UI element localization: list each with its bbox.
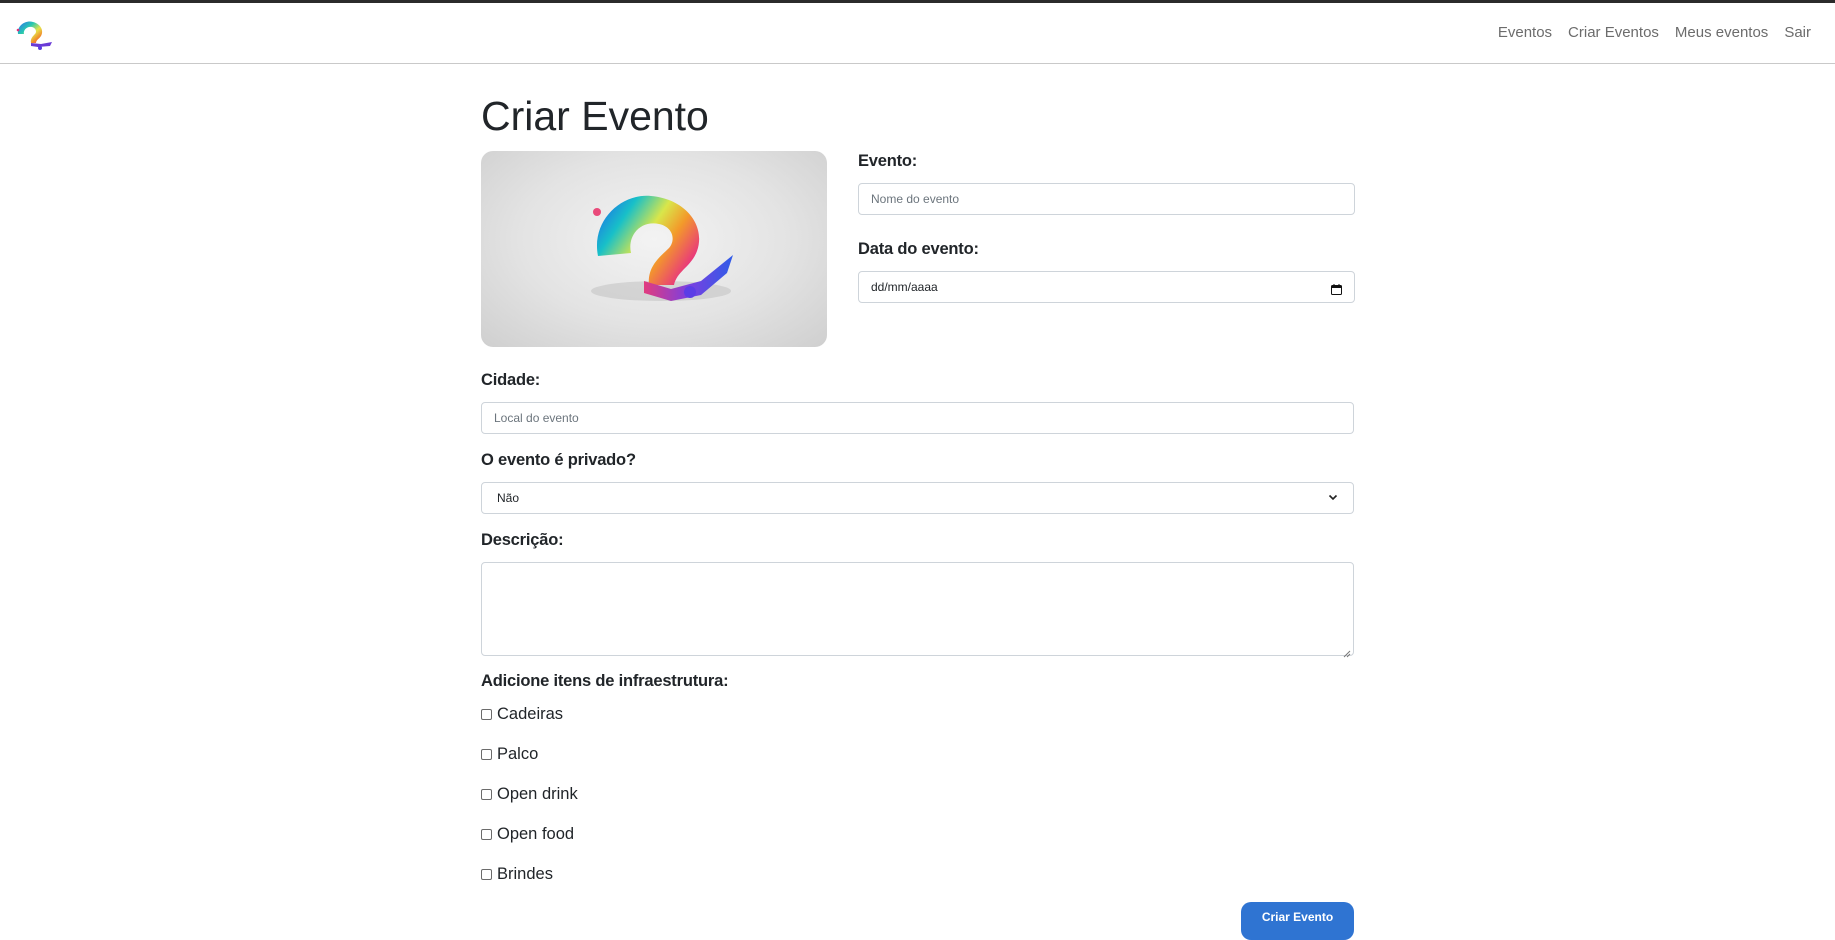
checkbox-label: Open food bbox=[497, 824, 575, 843]
checkbox[interactable] bbox=[481, 868, 492, 880]
nav-link-criar-eventos[interactable]: Criar Eventos bbox=[1568, 24, 1659, 41]
infra-item-cadeiras[interactable]: Cadeiras bbox=[481, 704, 563, 724]
brand-logo[interactable] bbox=[14, 17, 56, 51]
checkbox[interactable] bbox=[481, 748, 492, 760]
event-date-label: Data do evento: bbox=[858, 240, 979, 258]
nav-link-sair[interactable]: Sair bbox=[1784, 24, 1811, 41]
description-textarea[interactable] bbox=[481, 562, 1354, 658]
infra-item-palco[interactable]: Palco bbox=[481, 744, 538, 764]
checkbox-label: Brindes bbox=[497, 864, 553, 883]
event-date-value: dd/mm/aaaa bbox=[871, 280, 938, 294]
event-image bbox=[481, 151, 827, 347]
checkbox[interactable] bbox=[481, 828, 492, 840]
navbar: Eventos Criar Eventos Meus eventos Sair bbox=[0, 3, 1835, 64]
resize-handle-icon[interactable] bbox=[1343, 645, 1351, 658]
nav-link-eventos[interactable]: Eventos bbox=[1498, 24, 1552, 41]
infra-item-open-food[interactable]: Open food bbox=[481, 824, 574, 844]
nav-links: Eventos Criar Eventos Meus eventos Sair bbox=[1498, 24, 1811, 41]
nav-link-meus-eventos[interactable]: Meus eventos bbox=[1675, 24, 1768, 41]
chevron-down-icon bbox=[1328, 489, 1338, 507]
private-select-value: Não bbox=[497, 491, 520, 505]
checkbox-label: Cadeiras bbox=[497, 704, 564, 723]
brand-logo-icon bbox=[16, 21, 52, 50]
infra-item-brindes[interactable]: Brindes bbox=[481, 864, 553, 884]
calendar-icon[interactable] bbox=[1331, 282, 1342, 295]
city-label: Cidade: bbox=[481, 371, 541, 389]
private-label: O evento é privado? bbox=[481, 451, 636, 469]
infra-item-open-drink[interactable]: Open drink bbox=[481, 784, 578, 804]
event-name-input[interactable] bbox=[858, 183, 1355, 215]
private-select[interactable]: Não bbox=[481, 482, 1354, 514]
checkbox[interactable] bbox=[481, 788, 492, 800]
create-event-button[interactable]: Criar Evento bbox=[1241, 902, 1354, 940]
checkbox-label: Palco bbox=[497, 744, 539, 763]
event-placeholder-image-icon bbox=[591, 195, 733, 301]
checkbox[interactable] bbox=[481, 708, 492, 720]
checkbox-label: Open drink bbox=[497, 784, 578, 803]
city-input[interactable] bbox=[481, 402, 1354, 434]
page-title: Criar Evento bbox=[481, 93, 709, 139]
event-name-label: Evento: bbox=[858, 152, 918, 170]
infra-label: Adicione itens de infraestrutura: bbox=[481, 672, 729, 690]
event-date-input[interactable]: dd/mm/aaaa bbox=[858, 271, 1355, 303]
description-label: Descrição: bbox=[481, 531, 564, 549]
